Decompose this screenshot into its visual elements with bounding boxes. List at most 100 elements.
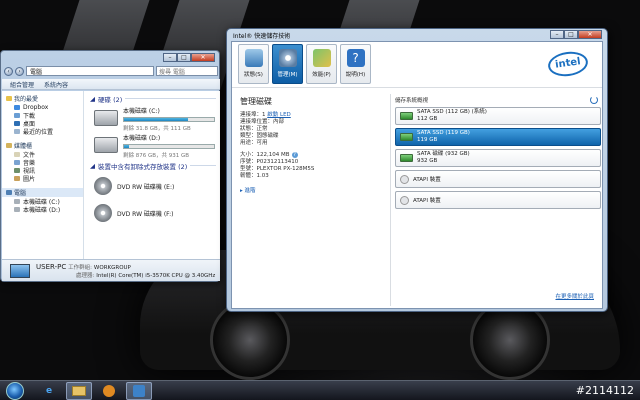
- back-arrow-icon[interactable]: ‹: [4, 66, 13, 76]
- refresh-icon[interactable]: [590, 96, 598, 104]
- nav-label: 效能(P): [312, 72, 331, 78]
- detail-size: 大小：122,104 MB?: [240, 152, 388, 159]
- device-name: SATA SSD (112 GB) (系統): [417, 109, 487, 115]
- taskbar-file-explorer[interactable]: [66, 381, 92, 400]
- window-title: Intel® 快速儲存技術: [233, 32, 291, 40]
- pc-name: USER-PC: [36, 262, 67, 271]
- device-item[interactable]: SATA 磁碟 (932 GB) 932 GB: [395, 149, 601, 167]
- internet-explorer-icon: e: [45, 385, 53, 396]
- nav-item-label: 最近的位置: [23, 128, 54, 136]
- nav-item-downloads[interactable]: 下載: [6, 111, 83, 120]
- ssd-icon: [400, 112, 413, 120]
- nav-status-button[interactable]: 狀態(S): [238, 44, 269, 84]
- maximize-button[interactable]: □: [177, 53, 191, 62]
- nav-item-recent[interactable]: 最近的位置: [6, 127, 83, 136]
- documents-icon: [14, 151, 20, 157]
- taskbar-media-player[interactable]: [96, 382, 122, 400]
- nav-item-music[interactable]: 音樂: [6, 158, 83, 167]
- intel-rst-window: Intel® 快速儲存技術 – □ ✕ 狀態(S) 管理(M) 效能(P) ? 說…: [226, 28, 608, 312]
- dvd-drive-f-tile[interactable]: DVD RW 磁碟機 (F:): [94, 202, 220, 224]
- panel-title: 管理磁碟: [240, 97, 272, 106]
- nav-favorites-header[interactable]: 我的最愛: [6, 94, 83, 103]
- wallpaper-wheel: [210, 300, 290, 380]
- desktop-icon: [14, 120, 20, 126]
- intel-rst-icon: [133, 384, 145, 397]
- device-item[interactable]: ATAPI 裝置: [395, 170, 601, 188]
- nav-help-button[interactable]: ? 說明(H): [340, 44, 371, 84]
- nav-item-documents[interactable]: 文件: [6, 150, 83, 159]
- intel-content: 狀態(S) 管理(M) 效能(P) ? 說明(H) intel 管理磁碟 連接埠：…: [231, 41, 603, 309]
- optical-drive-icon: [400, 195, 409, 205]
- more-info-link[interactable]: 在更多關於此頁: [555, 292, 594, 300]
- device-item[interactable]: SATA SSD (112 GB) (系統) 112 GB: [395, 107, 601, 125]
- hard-drive-icon: [94, 110, 118, 126]
- address-text: 電腦: [30, 68, 43, 76]
- minimize-button[interactable]: –: [550, 30, 564, 39]
- ssd-icon: [400, 133, 413, 141]
- device-item-selected[interactable]: SATA SSD (119 GB) 119 GB: [395, 128, 601, 146]
- detail-status: 狀態：正常: [240, 126, 268, 132]
- taskbar-internet-explorer[interactable]: e: [36, 382, 62, 400]
- nav-item-pictures[interactable]: 圖片: [6, 174, 83, 183]
- navigation-pane: 我的最愛 Dropbox 下載 桌面 最近的位置 媒體櫃 文件 音樂 視訊 圖片…: [2, 91, 84, 259]
- group-title: 裝置中含有卸除式存放裝置 (2): [98, 162, 188, 171]
- close-button[interactable]: ✕: [578, 30, 602, 39]
- intel-nav-strip: 狀態(S) 管理(M) 效能(P) ? 說明(H) intel: [232, 42, 602, 88]
- drive-name: DVD RW 磁碟機 (F:): [117, 210, 174, 218]
- start-button[interactable]: [6, 381, 24, 400]
- music-icon: [14, 159, 20, 165]
- nav-item-dropbox[interactable]: Dropbox: [6, 103, 83, 111]
- nav-manage-button[interactable]: 管理(M): [272, 44, 303, 84]
- hard-drive-icon: [94, 137, 118, 153]
- folder-icon: [72, 385, 86, 396]
- drive-c-tile[interactable]: 本機磁碟 (C:) 剩餘 31.8 GB，共 111 GB: [94, 106, 220, 132]
- search-input[interactable]: 搜尋 電腦: [156, 66, 218, 76]
- drive-d-tile[interactable]: 本機磁碟 (D:) 剩餘 876 GB，共 931 GB: [94, 133, 220, 159]
- organize-button[interactable]: 組合管理: [10, 80, 34, 89]
- group-divider: [125, 98, 216, 99]
- help-icon[interactable]: ?: [291, 152, 298, 158]
- device-capacity: 119 GB: [417, 137, 438, 143]
- nav-item-drive-d[interactable]: 本機磁碟 (D:): [6, 205, 83, 214]
- hard-disks-group-header[interactable]: ◢ 硬碟 (2): [90, 94, 220, 104]
- close-button[interactable]: ✕: [191, 53, 215, 62]
- drive-usage-bar: [123, 117, 215, 122]
- detail-firmware: 韌體：1.03: [240, 173, 269, 179]
- device-name: SATA 磁碟 (932 GB): [417, 151, 470, 157]
- detail-serial: 序號：P02312113410: [240, 159, 299, 165]
- pictures-icon: [14, 175, 20, 181]
- processor-label: 處理器:: [76, 272, 95, 279]
- nav-item-videos[interactable]: 視訊: [6, 166, 83, 175]
- device-item[interactable]: ATAPI 裝置: [395, 191, 601, 209]
- size-text: 大小：122,104 MB: [240, 152, 290, 158]
- nav-label: 管理(M): [277, 72, 298, 78]
- optical-drive-icon: [400, 174, 409, 184]
- collapse-arrow-icon: ◢: [90, 161, 95, 170]
- nav-performance-button[interactable]: 效能(P): [306, 44, 337, 84]
- system-properties-button[interactable]: 系統內容: [44, 80, 68, 89]
- detail-type: 類型：固態磁碟: [240, 133, 279, 139]
- address-bar[interactable]: 電腦: [26, 66, 154, 76]
- explorer-content: ◢ 硬碟 (2) 本機磁碟 (C:) 剩餘 31.8 GB，共 111 GB 本機…: [86, 91, 220, 259]
- activate-led-link[interactable]: 啟動 LED: [267, 112, 291, 118]
- computer-icon: [6, 190, 12, 195]
- monitor-icon: [244, 49, 263, 67]
- taskbar-intel-rst[interactable]: [126, 381, 152, 400]
- advanced-toggle[interactable]: ▸ 進階: [240, 186, 388, 194]
- device-name: ATAPI 裝置: [413, 198, 441, 204]
- dvd-drive-e-tile[interactable]: DVD RW 磁碟機 (E:): [94, 175, 220, 197]
- maximize-button[interactable]: □: [564, 30, 578, 39]
- forward-arrow-icon[interactable]: ›: [15, 66, 24, 76]
- explorer-titlebar[interactable]: – □ ✕: [1, 51, 219, 64]
- media-player-icon: [103, 384, 115, 397]
- minimize-button[interactable]: –: [163, 53, 177, 62]
- video-icon: [14, 167, 20, 173]
- nav-label: 說明(H): [345, 72, 366, 78]
- device-capacity: 112 GB: [417, 116, 438, 122]
- recent-places-icon: [14, 128, 20, 134]
- removable-group-header[interactable]: ◢ 裝置中含有卸除式存放裝置 (2): [90, 161, 220, 171]
- workgroup-label: 工作群組:: [68, 264, 92, 271]
- performance-icon: [312, 49, 331, 67]
- computer-icon: [10, 263, 30, 278]
- nav-libraries-header[interactable]: 媒體櫃: [6, 141, 83, 150]
